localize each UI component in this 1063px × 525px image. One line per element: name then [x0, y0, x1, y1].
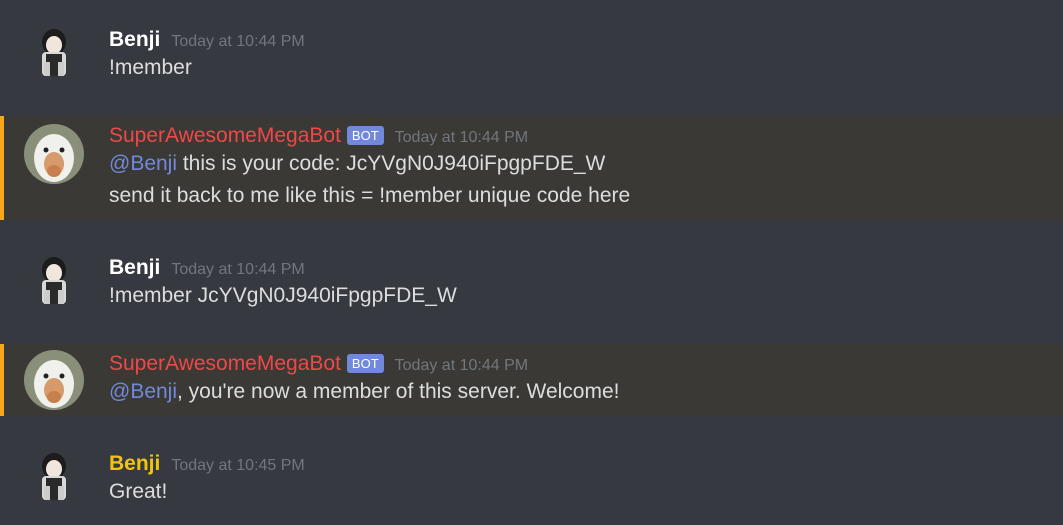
username[interactable]: SuperAwesomeMegaBot [109, 124, 341, 148]
message-text: !member [109, 56, 192, 79]
message-group-mention: SuperAwesomeMegaBot BOT Today at 10:44 P… [0, 116, 1063, 220]
username[interactable]: Benji [109, 256, 160, 280]
user-avatar[interactable] [24, 446, 84, 506]
message-header: Benji Today at 10:44 PM [109, 250, 457, 280]
anime-character-avatar-icon [24, 22, 84, 82]
timestamp[interactable]: Today at 10:44 PM [171, 32, 304, 52]
bot-tag: BOT [346, 354, 384, 373]
message-content: SuperAwesomeMegaBot BOT Today at 10:44 P… [109, 122, 630, 212]
message-text: !member JcYVgN0J940iFpgpFDE_W [109, 284, 457, 307]
message-text: @Benji, you're now a member of this serv… [109, 376, 619, 408]
message-group: Benji Today at 10:44 PM !member JcYVgN0J… [0, 250, 1063, 330]
message-content: Benji Today at 10:44 PM !member JcYVgN0J… [109, 250, 457, 312]
user-mention[interactable]: @Benji [109, 152, 177, 175]
timestamp[interactable]: Today at 10:45 PM [171, 456, 304, 476]
message-group: Benji Today at 10:45 PM Great! [0, 446, 1063, 525]
anime-character-avatar-icon [24, 446, 84, 506]
user-avatar[interactable] [24, 22, 84, 82]
message-text: send it back to me like this = !member u… [109, 184, 631, 207]
message-header: Benji Today at 10:45 PM [109, 446, 305, 476]
timestamp[interactable]: Today at 10:44 PM [395, 356, 528, 376]
message-text-part: this is your code: JcYVgN0J940iFpgpFDE_W [177, 152, 606, 175]
message-text-part: , you're now a member of this server. We… [177, 380, 620, 403]
username[interactable]: Benji [109, 452, 160, 476]
message-text: @Benji this is your code: JcYVgN0J940iFp… [109, 148, 630, 180]
message-content: SuperAwesomeMegaBot BOT Today at 10:44 P… [109, 350, 619, 408]
bot-tag: BOT [346, 126, 384, 145]
timestamp[interactable]: Today at 10:44 PM [395, 128, 528, 148]
timestamp[interactable]: Today at 10:44 PM [171, 260, 304, 280]
chat-messages: Benji Today at 10:44 PM !member SuperAwe… [0, 0, 1063, 525]
message-content: Benji Today at 10:44 PM !member [109, 22, 305, 84]
username[interactable]: SuperAwesomeMegaBot [109, 352, 341, 376]
message-header: SuperAwesomeMegaBot BOT Today at 10:44 P… [109, 350, 619, 376]
user-avatar[interactable] [24, 250, 84, 310]
anime-character-avatar-icon [24, 250, 84, 310]
message-header: Benji Today at 10:44 PM [109, 22, 305, 52]
message-text: Great! [109, 480, 168, 503]
goose-avatar-icon [24, 350, 84, 410]
bot-avatar[interactable] [24, 124, 84, 184]
message-header: SuperAwesomeMegaBot BOT Today at 10:44 P… [109, 122, 630, 148]
user-mention[interactable]: @Benji [109, 380, 177, 403]
goose-avatar-icon [24, 124, 84, 184]
message-group-mention: SuperAwesomeMegaBot BOT Today at 10:44 P… [0, 344, 1063, 416]
bot-avatar[interactable] [24, 350, 84, 410]
message-group: Benji Today at 10:44 PM !member [0, 22, 1063, 102]
message-content: Benji Today at 10:45 PM Great! [109, 446, 305, 508]
username[interactable]: Benji [109, 28, 160, 52]
